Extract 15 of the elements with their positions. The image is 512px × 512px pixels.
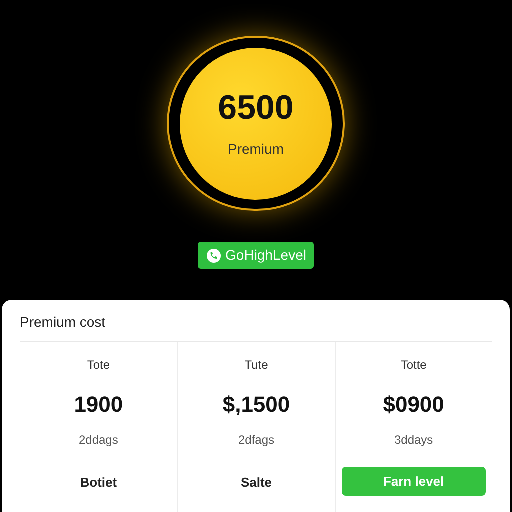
badge-value: 6500 [218,91,294,126]
plan-price: $0900 [383,391,444,419]
plan-label: Tote [87,357,110,374]
plan-duration: 2ddags [78,432,118,449]
plan-price: $,1500 [222,391,290,419]
card-title: Premium cost [20,313,106,332]
plan-price: 1900 [74,391,124,419]
plan-label: Totte [400,357,427,374]
plan-action[interactable]: Salte [240,473,272,492]
plan-label: Tute [244,357,268,374]
plan-duration: 2dfags [238,432,274,449]
plan-action[interactable]: Botiet [80,473,118,492]
plan-duration: 3ddays [394,432,434,449]
badge-label: Premium [228,140,284,160]
phone-icon [206,248,222,264]
